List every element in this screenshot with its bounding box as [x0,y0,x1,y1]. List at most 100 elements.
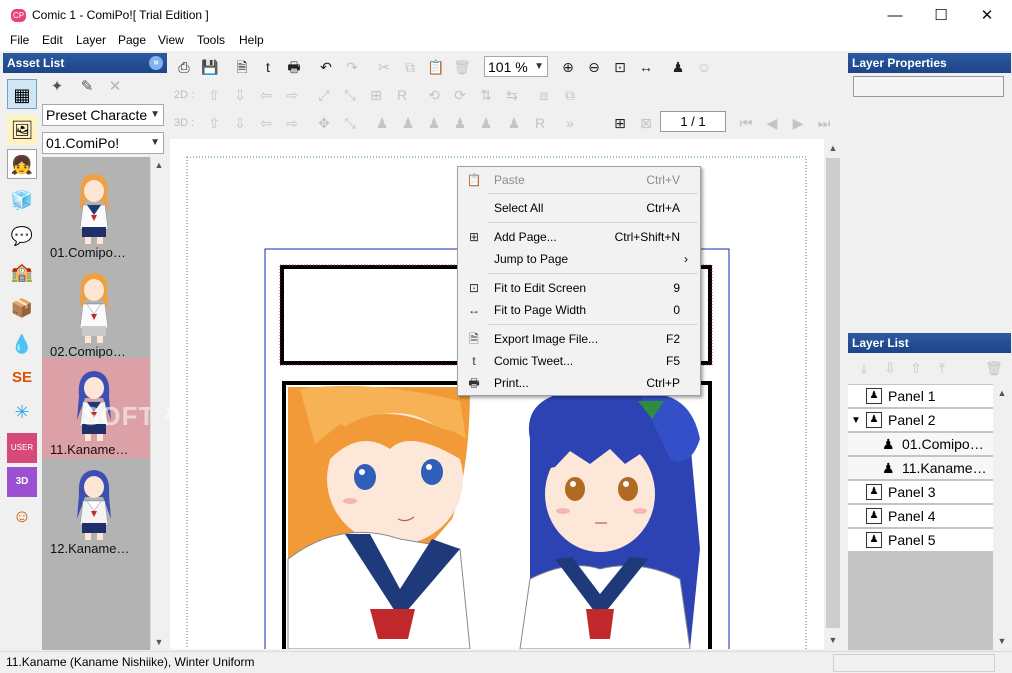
layer-row[interactable]: ♟ Panel 5 [848,529,993,552]
scroll-up-icon[interactable]: ▲ [825,140,841,156]
reset-2d-icon[interactable]: R [392,85,412,105]
3d-rotate-left-icon[interactable]: ♟ [372,113,392,133]
move-up-icon[interactable]: ⇧ [204,85,224,105]
3d-move-down-icon[interactable]: ⇩ [230,113,250,133]
fast-forward-icon[interactable]: » [560,113,580,133]
page-indicator[interactable]: 1 / 1 [660,111,726,132]
maximize-button[interactable]: ☐ [918,0,964,31]
menu-file[interactable]: File [10,33,29,47]
fit-screen-icon[interactable]: ⊡ [610,57,630,77]
image-effect-icon[interactable]: ✳ [7,397,37,427]
move-down-icon[interactable]: ⇩ [230,85,250,105]
menu-item-export-image-file[interactable]: 🗎 Export Image File... F2 [460,328,698,350]
layer-row[interactable]: ♟ Panel 3 [848,481,993,504]
scroll-up-icon[interactable]: ▲ [994,385,1010,401]
menu-item-print[interactable]: 🖶 Print... Ctrl+P [460,372,698,394]
cut-icon[interactable]: ✂ [374,57,394,77]
layer-back-icon[interactable]: ⧉ [560,85,580,105]
zoom-out-icon[interactable]: ⊖ [584,57,604,77]
character-face-icon[interactable]: ☺ [7,501,37,531]
menu-item-add-page[interactable]: ⊞ Add Page... Ctrl+Shift+N [460,226,698,248]
move-layer-down-icon[interactable]: ⇩ [880,358,900,378]
user-image-icon[interactable]: USER [7,433,37,463]
effect-drop-icon[interactable]: 💧 [7,329,37,359]
move-layer-up-icon[interactable]: ⇧ [906,358,926,378]
delete-page-icon[interactable]: ⊠ [636,113,656,133]
minimize-button[interactable]: — [872,0,918,31]
character-icon[interactable]: 👧 [7,149,37,179]
layer-row[interactable]: ♟ 01.Comipo… [848,433,993,456]
3d-scale-up-icon[interactable]: ✥ [314,113,334,133]
panel-layout-icon[interactable]: ▦ [7,79,37,109]
menu-help[interactable]: Help [239,33,264,47]
background-scene-icon[interactable]: 🏫 [7,257,37,287]
flip-horizontal-icon[interactable]: ⇆ [502,85,522,105]
layer-properties-field[interactable] [853,76,1004,97]
3d-turn-back-icon[interactable]: ♟ [504,113,524,133]
edit-character-icon[interactable]: ✎ [76,76,98,98]
character-select[interactable]: 01.ComiPo! ▼ [42,132,164,154]
layer-list-scrollbar[interactable]: ▲ ▼ [993,384,1011,650]
menu-view[interactable]: View [158,33,184,47]
scale-up-icon[interactable]: ⤢ [314,85,334,105]
first-page-icon[interactable]: ⏮ [736,113,756,133]
previous-page-icon[interactable]: ◀ [762,113,782,133]
menu-item-jump-to-page[interactable]: Jump to Page › [460,248,698,270]
asset-list-scrollbar[interactable]: ▲ ▼ [150,157,166,650]
last-page-icon[interactable]: ⏭ [814,113,834,133]
layer-row[interactable]: ♟ Panel 4 [848,505,993,528]
new-comic-icon[interactable]: ⎙ [174,57,194,77]
speech-balloon-icon[interactable]: 💬 [7,221,37,251]
layer-row[interactable]: ♟ Panel 1 [848,385,993,408]
3d-move-left-icon[interactable]: ⇦ [256,113,276,133]
menu-item-fit-to-page-width[interactable]: ↔ Fit to Page Width 0 [460,299,698,321]
scroll-up-icon[interactable]: ▲ [151,157,167,173]
copy-icon[interactable]: ⧉ [400,57,420,77]
move-left-icon[interactable]: ⇦ [256,85,276,105]
rotate-right-icon[interactable]: ⟳ [450,85,470,105]
expand-arrow-icon[interactable]: ▼ [851,409,861,432]
3d-move-right-icon[interactable]: ⇨ [282,113,302,133]
move-layer-bottom-icon[interactable]: ⤓ [854,358,874,378]
fit-width-icon[interactable]: ↔ [636,57,656,77]
export-image-icon[interactable]: 🗎 [232,57,252,77]
menu-item-paste[interactable]: 📋 Paste Ctrl+V [460,169,698,191]
3d-turn-front-icon[interactable]: ♟ [476,113,496,133]
flip-vertical-icon[interactable]: ⇅ [476,85,496,105]
3d-tilt-left-icon[interactable]: ♟ [424,113,444,133]
scroll-down-icon[interactable]: ▼ [994,633,1010,649]
menu-item-select-all[interactable]: Select All Ctrl+A [460,197,698,219]
menu-item-comic-tweet[interactable]: t Comic Tweet... F5 [460,350,698,372]
add-character-icon[interactable]: ✦ [46,76,68,98]
layer-row[interactable]: ♟ 11.Kaname… [848,457,993,480]
reset-3d-icon[interactable]: R [530,113,550,133]
scroll-down-icon[interactable]: ▼ [151,634,167,650]
asset-item[interactable]: 12.Kaname… [42,457,150,557]
delete-character-icon[interactable]: ✕ [104,76,126,98]
print-icon[interactable]: 🖶 [284,57,304,77]
next-page-icon[interactable]: ▶ [788,113,808,133]
save-icon[interactable]: 💾 [200,57,220,77]
3d-tilt-right-icon[interactable]: ♟ [450,113,470,133]
character-pose-icon[interactable]: ♟ [668,57,688,77]
layer-front-icon[interactable]: ⧈ [534,85,554,105]
menu-tools[interactable]: Tools [197,33,225,47]
undo-icon[interactable]: ↶ [316,57,336,77]
3d-scale-down-icon[interactable]: ⤡ [340,113,360,133]
asset-item[interactable]: 01.Comipo… [42,161,150,261]
rotate-left-icon[interactable]: ⟲ [424,85,444,105]
character-expression-icon[interactable]: ☺ [694,57,714,77]
move-right-icon[interactable]: ⇨ [282,85,302,105]
menu-layer[interactable]: Layer [76,33,106,47]
zoom-in-icon[interactable]: ⊕ [558,57,578,77]
3d-object-icon[interactable]: 🧊 [7,185,37,215]
delete-layer-icon[interactable]: 🗑 [984,358,1004,378]
collapse-panel-icon[interactable]: » [149,56,163,70]
preset-select[interactable]: Preset Characte ▼ [42,104,164,126]
scale-center-icon[interactable]: ⊞ [366,85,386,105]
redo-icon[interactable]: ↷ [342,57,362,77]
menu-item-fit-to-edit-screen[interactable]: ⊡ Fit to Edit Screen 9 [460,277,698,299]
delete-icon[interactable]: 🗑 [452,57,472,77]
scroll-down-icon[interactable]: ▼ [825,632,841,648]
3d-move-up-icon[interactable]: ⇧ [204,113,224,133]
